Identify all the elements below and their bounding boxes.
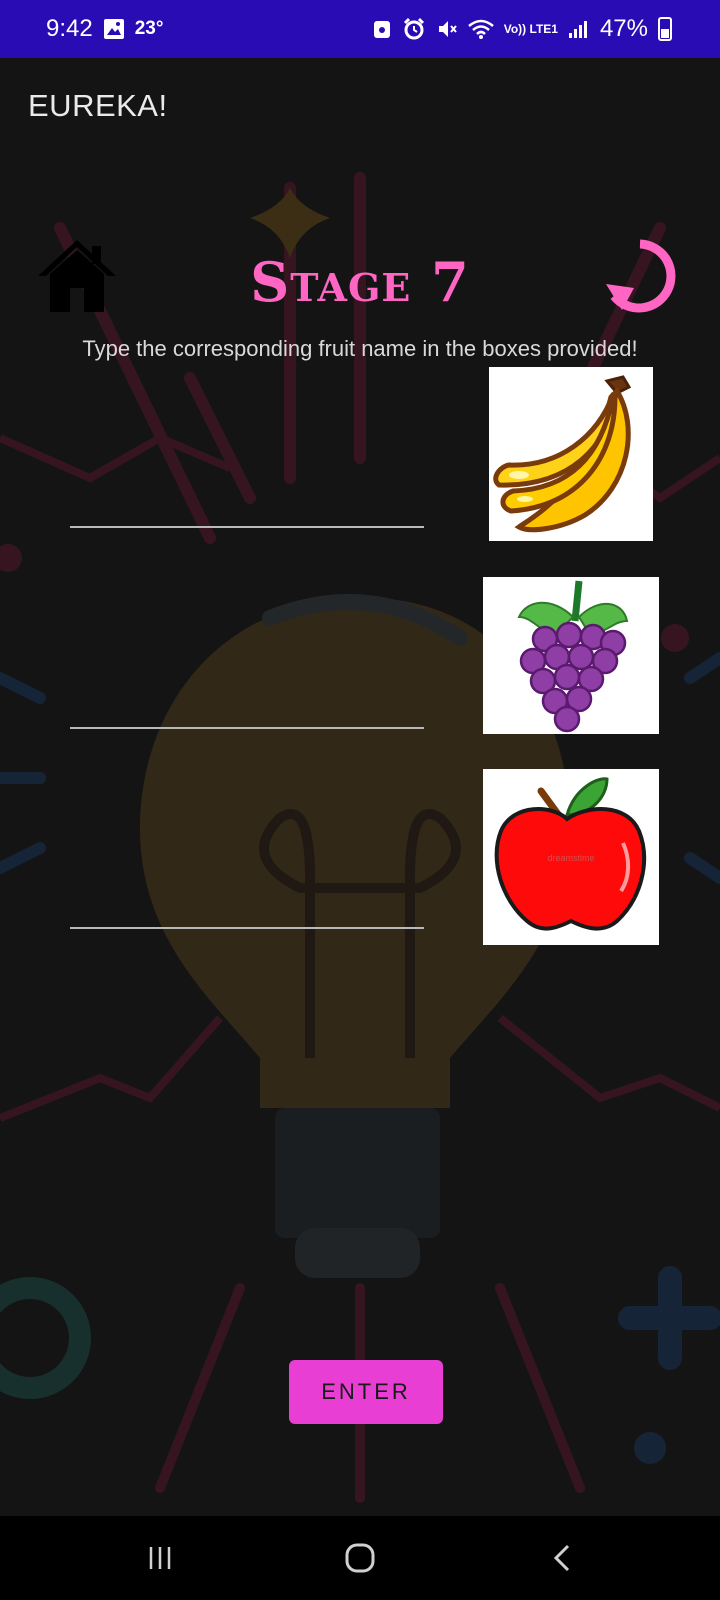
banana-image <box>489 367 653 541</box>
grapes-image <box>483 577 659 734</box>
recent-apps-icon <box>149 1547 171 1569</box>
answer-field-1[interactable] <box>70 484 424 528</box>
enter-button[interactable]: ENTER <box>289 1360 443 1424</box>
status-bar: 9:42 23° Vo)) LTE1 47% <box>0 0 720 58</box>
battery-percent: 47% <box>599 15 648 42</box>
home-icon[interactable] <box>36 236 118 314</box>
watermark-text: dreamstime <box>547 853 594 863</box>
home-nav-button[interactable] <box>330 1534 390 1582</box>
network-label: Vo)) LTE1 <box>503 22 558 36</box>
answer-field-3[interactable] <box>70 885 424 929</box>
replay-icon[interactable] <box>600 236 680 318</box>
back-icon <box>553 1544 570 1572</box>
mute-icon <box>438 21 457 37</box>
apple-image: dreamstime <box>483 769 659 945</box>
wifi-icon <box>467 19 494 39</box>
status-temperature: 23° <box>134 18 164 39</box>
signal-icon <box>568 21 587 38</box>
navigation-bar <box>0 1516 720 1600</box>
home-nav-icon <box>345 1543 375 1573</box>
instructions-text: Type the corresponding fruit name in the… <box>82 336 638 361</box>
status-time: 9:42 <box>46 15 93 42</box>
lock-icon <box>373 21 390 38</box>
stage-title: Stage 7 <box>250 250 470 314</box>
gallery-icon <box>103 19 124 39</box>
battery-icon <box>658 17 672 41</box>
answer-field-2[interactable] <box>70 685 424 729</box>
alarm-icon <box>403 17 424 40</box>
back-button[interactable] <box>532 1534 592 1582</box>
recent-apps-button[interactable] <box>130 1534 190 1582</box>
